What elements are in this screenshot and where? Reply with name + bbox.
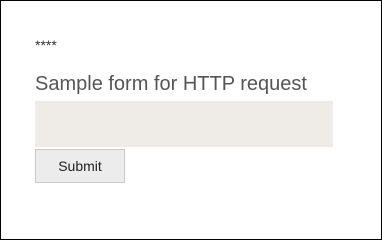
masked-text: ****: [35, 37, 57, 53]
submit-button[interactable]: Submit: [35, 149, 125, 183]
request-input[interactable]: [35, 101, 333, 147]
form-title: Sample form for HTTP request: [35, 73, 307, 95]
page-frame: **** Sample form for HTTP request Submit: [0, 0, 382, 240]
